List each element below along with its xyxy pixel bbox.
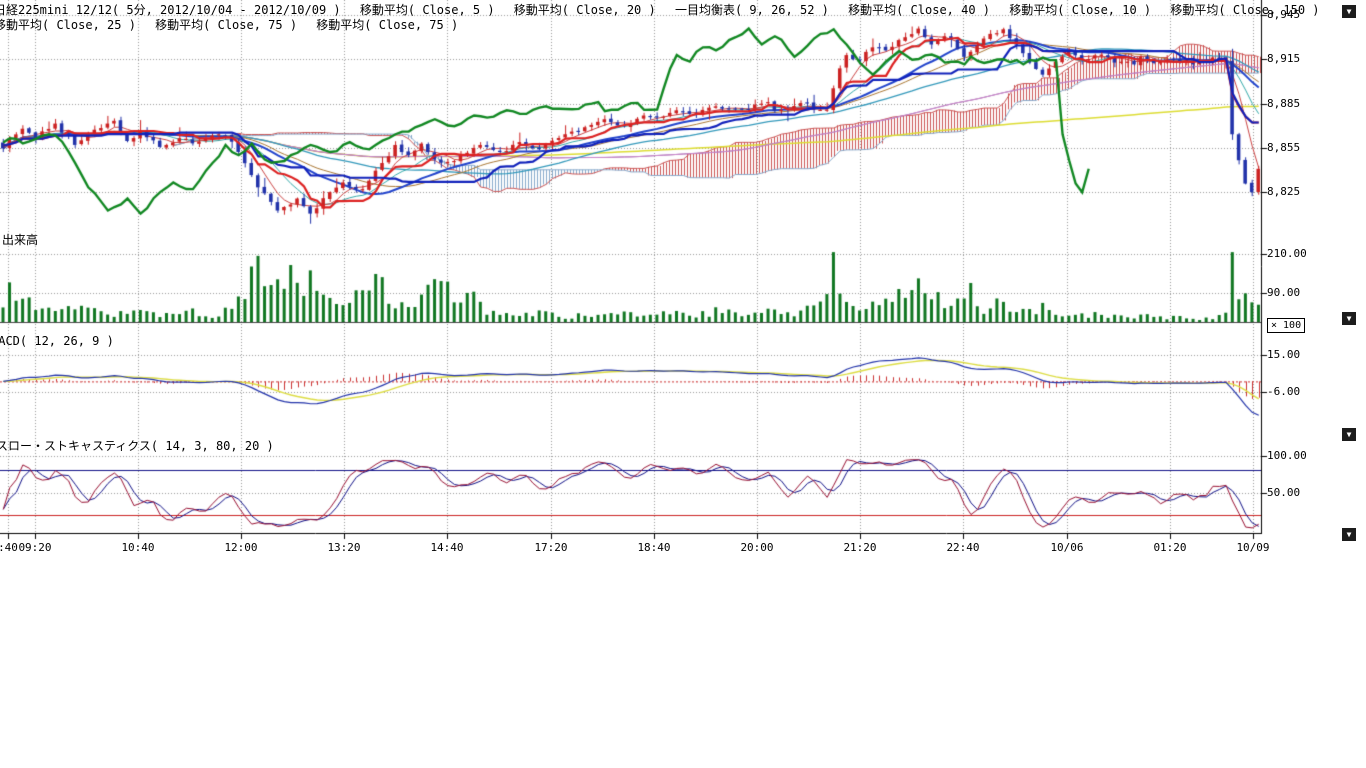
- pane-scroll-button-macd[interactable]: ▼: [1342, 428, 1356, 441]
- value-axis-label: 100.00: [1267, 449, 1307, 462]
- value-axis-label: 8,945: [1267, 8, 1300, 21]
- time-axis-label: 22:40: [946, 541, 979, 554]
- volume-pane-label: 出来高: [2, 231, 38, 248]
- triangle-down-icon: ▼: [1347, 430, 1352, 439]
- value-axis-label: 8,825: [1267, 185, 1300, 198]
- value-axis-label: 50.00: [1267, 486, 1300, 499]
- macd-pane-label: MACD( 12, 26, 9 ): [0, 334, 114, 348]
- time-axis-label: 18:40: [637, 541, 670, 554]
- value-axis-label: 15.00: [1267, 348, 1300, 361]
- chart-window: 日経225mini 12/12( 5分, 2012/10/04 - 2012/1…: [0, 0, 1366, 768]
- value-axis-label: 8,885: [1267, 97, 1300, 110]
- time-axis-label: 20:00: [740, 541, 773, 554]
- time-axis-label: 10/06: [1050, 541, 1083, 554]
- volume-multiplier-badge: × 100: [1267, 318, 1305, 333]
- value-axis-label: 210.00: [1267, 247, 1307, 260]
- time-axis-label: 10:40: [121, 541, 154, 554]
- time-axis-label: 10/09: [1236, 541, 1269, 554]
- chart-header-line2: 移動平均( Close, 25 ) 移動平均( Close, 75 ) 移動平均…: [0, 16, 458, 33]
- chart-plot-area[interactable]: [0, 0, 1366, 560]
- value-axis-label: 8,855: [1267, 141, 1300, 154]
- time-axis-label: 01:20: [1153, 541, 1186, 554]
- stochastics-pane-label: スロー・ストキャスティクス( 14, 3, 80, 20 ): [0, 437, 274, 454]
- time-axis-label: 09:20: [18, 541, 51, 554]
- pane-scroll-button-price[interactable]: ▼: [1342, 5, 1356, 18]
- value-axis-label: 90.00: [1267, 286, 1300, 299]
- value-axis-label: 8,915: [1267, 52, 1300, 65]
- pane-scroll-button-stoch[interactable]: ▼: [1342, 528, 1356, 541]
- triangle-down-icon: ▼: [1347, 7, 1352, 16]
- value-axis-label: -6.00: [1267, 385, 1300, 398]
- time-axis-label: 21:20: [843, 541, 876, 554]
- triangle-down-icon: ▼: [1347, 530, 1352, 539]
- time-axis-label: 17:20: [534, 541, 567, 554]
- time-axis-label: 12:00: [224, 541, 257, 554]
- time-axis-label: 13:20: [327, 541, 360, 554]
- time-axis-label: 14:40: [430, 541, 463, 554]
- triangle-down-icon: ▼: [1347, 314, 1352, 323]
- time-axis-label: :40: [0, 541, 18, 554]
- pane-scroll-button-volume[interactable]: ▼: [1342, 312, 1356, 325]
